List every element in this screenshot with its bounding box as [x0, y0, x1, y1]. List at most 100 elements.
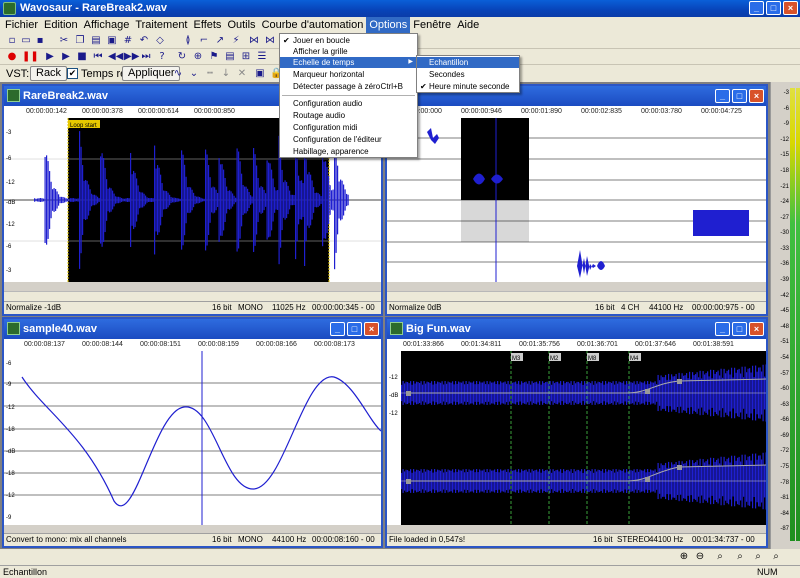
realtime-checkbox[interactable]: ✔ [67, 68, 78, 79]
pause-icon[interactable]: ❚❚ [22, 51, 39, 63]
menu-fichier[interactable]: Fichier [2, 17, 41, 33]
minimize-button[interactable]: _ [715, 322, 730, 336]
menu-traitement[interactable]: Traitement [132, 17, 190, 33]
dash-icon[interactable]: ┅ [204, 68, 216, 80]
marker-label[interactable]: M8 [588, 356, 597, 362]
menu-item-routage[interactable]: Routage audio [280, 110, 417, 121]
minimize-button[interactable]: _ [715, 89, 730, 103]
save-icon[interactable]: ▪ [34, 35, 46, 47]
menu-effets[interactable]: Effets [191, 17, 225, 33]
cut-icon[interactable]: ✂ [58, 35, 70, 47]
close-button[interactable]: × [749, 322, 764, 336]
zoom-vertical-in-icon[interactable]: ⌕ [734, 551, 746, 563]
window-titlebar[interactable]: sample40.wav _ □ × [4, 319, 381, 339]
redo-icon[interactable]: ◇ [154, 35, 166, 47]
line-icon[interactable]: ⌄ [188, 68, 200, 80]
maximize-button[interactable]: □ [732, 322, 747, 336]
waveform-view[interactable]: M3 M2 M8 M4 [387, 351, 766, 525]
menu-options[interactable]: Options [366, 17, 411, 33]
submenu-item-hms[interactable]: ✔ Heure minute seconde [417, 81, 519, 92]
curve-icon[interactable]: ∿ [172, 68, 184, 80]
stop-icon[interactable]: ■ [76, 51, 88, 63]
marker-label[interactable]: M3 [512, 356, 521, 362]
window-multichannel[interactable]: _ □ × 00:00:00:000 00:00:00:946 00:00:01… [385, 84, 768, 316]
play-icon[interactable]: ▶ [44, 51, 56, 63]
menu-item-config-midi[interactable]: Configuration midi [280, 122, 417, 133]
waveform-view[interactable] [4, 351, 381, 525]
menu-edition[interactable]: Edition [41, 17, 81, 33]
close-button[interactable]: × [783, 1, 798, 15]
delete-icon[interactable]: ✕ [236, 68, 248, 80]
menu-item-jouer-boucle[interactable]: ✔ Jouer en boucle [280, 35, 417, 46]
window-sample40[interactable]: sample40.wav _ □ × 00:00:08:137 00:00:08… [2, 317, 383, 548]
window-titlebar[interactable]: Big Fun.wav _ □ × [387, 319, 766, 339]
tool-icon-1[interactable]: ≬ [182, 35, 194, 47]
horizontal-scrollbar[interactable] [4, 291, 381, 301]
marker-label[interactable]: M4 [630, 356, 639, 362]
forward-icon[interactable]: ▶▶ [124, 51, 139, 63]
down-icon[interactable]: ↓ [220, 68, 232, 80]
maximize-button[interactable]: □ [347, 322, 362, 336]
db-label: -6 [6, 361, 12, 367]
menu-outils[interactable]: Outils [224, 17, 258, 33]
submenu-item-echantillon[interactable]: Echantillon [417, 57, 519, 68]
time-ruler[interactable]: 00:01:33:866 00:01:34:811 00:01:35:756 0… [387, 339, 766, 351]
zoom-in-icon[interactable]: ⊕ [192, 51, 204, 63]
menu-item-habillage[interactable]: Habillage, apparence [280, 146, 417, 157]
menu-item-marqueur[interactable]: Marqueur horizontal [280, 69, 417, 80]
menu-item-config-audio[interactable]: Configuration audio [280, 98, 417, 109]
loop-icon[interactable]: ↻ [176, 51, 188, 63]
menu-fenetre[interactable]: Fenêtre [410, 17, 454, 33]
menu-item-afficher-grille[interactable]: Afficher la grille [280, 46, 417, 57]
submenu-item-secondes[interactable]: Secondes [417, 69, 519, 80]
zoom-vertical-out-icon[interactable]: ⌕ [752, 551, 764, 563]
zoom-all-icon[interactable]: ⌕ [770, 551, 782, 563]
rewind-icon[interactable]: ◀◀ [108, 51, 123, 63]
grid-icon[interactable]: ⊞ [240, 51, 252, 63]
menu-courbe-automation[interactable]: Courbe d'automation [259, 17, 367, 33]
time-ruler[interactable]: 00:00:08:137 00:00:08:144 00:00:08:151 0… [4, 339, 381, 351]
undo-icon[interactable]: ↶ [138, 35, 150, 47]
marker-label[interactable]: M2 [550, 356, 559, 362]
menu-aide[interactable]: Aide [454, 17, 482, 33]
minimize-button[interactable]: _ [330, 322, 345, 336]
zoom-in-icon[interactable]: ⊕ [678, 551, 690, 563]
record-icon[interactable]: ● [6, 51, 18, 63]
window-big-fun[interactable]: Big Fun.wav _ □ × 00:01:33:866 00:01:34:… [385, 317, 768, 548]
tool-icon-2[interactable]: ⌐ [198, 35, 210, 47]
menu-item-echelle-temps[interactable]: Echelle de temps ▶ [280, 57, 417, 68]
rack-button[interactable]: Rack [30, 66, 68, 81]
horizontal-scrollbar[interactable] [387, 291, 766, 301]
zoom-fit-icon[interactable]: ⌕ [714, 551, 726, 563]
menu-item-zero[interactable]: Détecter passage à zéro Ctrl+B [280, 81, 417, 92]
trim-icon[interactable]: # [122, 35, 134, 47]
minimize-button[interactable]: _ [749, 1, 764, 15]
tool-icon-5[interactable]: ⋈ [248, 35, 260, 47]
close-button[interactable]: × [749, 89, 764, 103]
tool-icon-4[interactable]: ⚡ [230, 35, 242, 47]
help-icon[interactable]: ? [156, 51, 168, 63]
paste-icon[interactable]: ▤ [90, 35, 102, 47]
close-button[interactable]: × [364, 322, 379, 336]
new-icon[interactable]: ▫ [6, 35, 18, 47]
time-ruler[interactable]: 00:00:00:000 00:00:00:946 00:00:01:890 0… [387, 106, 766, 118]
tool-icon-3[interactable]: ↗ [214, 35, 226, 47]
copy-icon[interactable]: ❐ [74, 35, 86, 47]
forward-end-icon[interactable]: ⏭ [140, 51, 152, 63]
doc-icon[interactable]: ▤ [224, 51, 236, 63]
play-selection-icon[interactable]: ▶ [60, 51, 72, 63]
menu-affichage[interactable]: Affichage [81, 17, 133, 33]
crop-icon[interactable]: ▣ [106, 35, 118, 47]
maximize-button[interactable]: □ [766, 1, 781, 15]
open-icon[interactable]: ▭ [20, 35, 32, 47]
rewind-start-icon[interactable]: ⏮ [92, 51, 104, 63]
db-label: -12 [6, 405, 15, 411]
tool-icon-6[interactable]: ⋈ [264, 35, 276, 47]
frame-icon[interactable]: ▣ [254, 68, 266, 80]
marker-icon[interactable]: ⚑ [208, 51, 220, 63]
zoom-out-icon[interactable]: ⊖ [694, 551, 706, 563]
waveform-view[interactable] [387, 118, 766, 282]
menu-item-config-editeur[interactable]: Configuration de l'éditeur [280, 134, 417, 145]
list-icon[interactable]: ☰ [256, 51, 268, 63]
maximize-button[interactable]: □ [732, 89, 747, 103]
